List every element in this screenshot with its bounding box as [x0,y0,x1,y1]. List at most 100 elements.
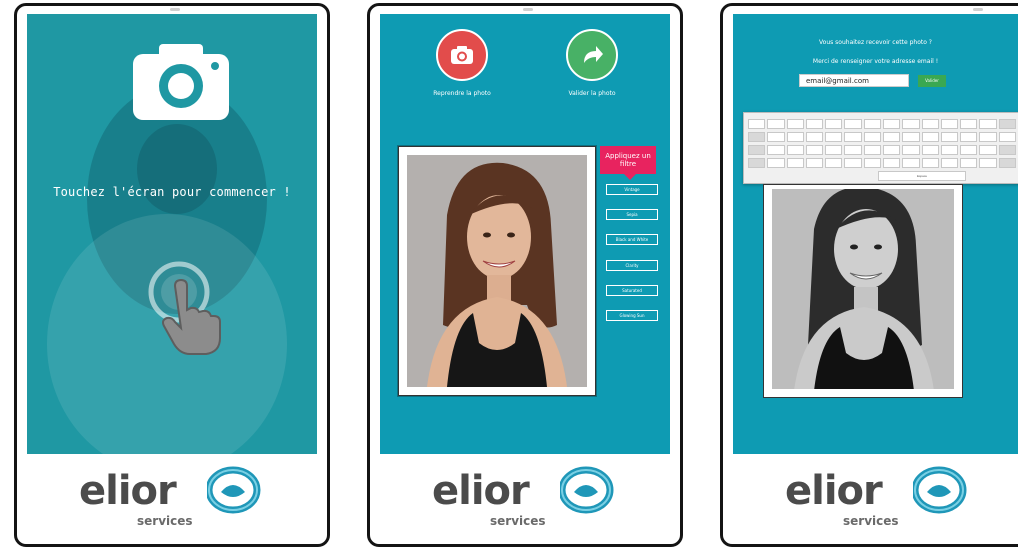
keyboard-key[interactable] [940,145,959,155]
keyboard-key[interactable] [825,119,843,129]
keyboard-key[interactable] [940,158,959,168]
keyboard-key[interactable] [767,119,785,129]
keyboard-key[interactable] [940,132,959,142]
keyboard-key[interactable] [863,145,881,155]
filter-button-vintage[interactable]: Vintage [606,184,658,195]
start-instruction: Touchez l'écran pour commencer ! [53,185,291,199]
keyboard-key[interactable] [805,132,824,142]
keyboard-row [748,132,1016,142]
keyboard-key[interactable] [882,132,901,142]
keyboard-key[interactable] [921,119,939,129]
keyboard-key[interactable] [979,158,997,168]
logo-wordmark: elior [785,468,883,514]
portrait-photo [407,155,587,387]
filter-button-saturated[interactable]: Saturated [606,285,658,296]
keyboard-key[interactable] [805,119,824,129]
tablet-camera-dot [973,8,983,11]
filter-button-clarity[interactable]: Clarity [606,260,658,271]
keyboard-key[interactable] [825,158,843,168]
keyboard-key[interactable] [863,132,881,142]
tab-key[interactable] [748,132,766,142]
send-email-button[interactable]: Valider [918,75,946,87]
on-screen-keyboard: Espace [743,112,1018,184]
keyboard-key[interactable] [767,158,785,168]
keyboard-key[interactable] [979,132,997,142]
keyboard-key[interactable] [979,119,997,129]
keyboard-key[interactable] [825,132,843,142]
logo-subtitle: services [137,514,193,528]
shift-key[interactable] [748,158,766,168]
keyboard-key[interactable] [844,119,862,129]
keyboard-key[interactable] [786,145,804,155]
shift-key[interactable] [998,158,1016,168]
keyboard-key[interactable] [767,145,785,155]
logo-subtitle: services [490,514,546,528]
keyboard-key[interactable] [882,119,901,129]
keyboard-key[interactable] [921,158,939,168]
filter-button-sepia[interactable]: Sepia [606,209,658,220]
keyboard-key[interactable] [786,158,804,168]
keyboard-key[interactable] [767,132,785,142]
space-key[interactable]: Espace [878,171,966,181]
keyboard-key[interactable] [805,158,824,168]
keyboard-key[interactable] [805,145,824,155]
background-photo-shape [137,124,217,214]
filter-tag: Appliquez un filtre [600,146,656,180]
backspace-key[interactable] [998,119,1016,129]
keyboard-key[interactable] [902,145,920,155]
tablet-camera-dot [170,8,180,11]
email-instruction: Merci de renseigner votre adresse email … [812,58,939,65]
keyboard-key[interactable] [979,145,997,155]
camera-icon [451,46,473,64]
caps-lock-key[interactable] [748,145,766,155]
filter-button-glowing-sun[interactable]: Glowing Sun [606,310,658,321]
keyboard-row [748,119,1016,129]
validate-photo-label: Valider la photo [568,90,616,97]
keyboard-key[interactable] [786,119,804,129]
logo-subtitle: services [843,514,899,528]
keyboard-key[interactable] [921,132,939,142]
retake-photo-button[interactable] [436,29,488,81]
elior-swirl-logo [207,466,261,514]
forward-arrow-icon [584,46,603,63]
email-input[interactable] [799,74,909,87]
keyboard-key[interactable] [882,145,901,155]
keyboard-key[interactable] [960,158,978,168]
elior-logo: elior services [723,462,1018,528]
keyboard-key[interactable] [748,119,766,129]
keyboard-key[interactable] [902,132,920,142]
keyboard-key[interactable] [844,132,862,142]
start-screen[interactable]: Touchez l'écran pour commencer ! [27,14,317,454]
validate-photo-button[interactable] [566,29,618,81]
filter-screen: Reprendre la photo Valider la photo Appl… [380,14,670,454]
elior-swirl-logo [913,466,967,514]
keyboard-key[interactable] [882,158,901,168]
enter-key[interactable] [998,145,1016,155]
keyboard-key[interactable] [902,119,920,129]
elior-logo: elior services [17,462,327,528]
keyboard-key[interactable] [960,145,978,155]
keyboard-key[interactable] [786,132,804,142]
filter-button-black-and-white[interactable]: Black and White [606,234,658,245]
keyboard-key[interactable] [998,132,1016,142]
keyboard-key[interactable] [902,158,920,168]
keyboard-key[interactable] [825,145,843,155]
keyboard-key[interactable] [863,158,881,168]
keyboard-key[interactable] [940,119,959,129]
keyboard-key[interactable] [960,119,978,129]
tablet-camera-dot [523,8,533,11]
portrait-illustration [407,155,587,387]
bw-portrait-illustration [772,189,954,389]
keyboard-key[interactable] [844,145,862,155]
tablet-filter-screen: Reprendre la photo Valider la photo Appl… [367,3,683,547]
keyboard-key[interactable] [960,132,978,142]
keyboard-key[interactable] [921,145,939,155]
photo-preview-frame [398,146,596,396]
keyboard-key[interactable] [844,158,862,168]
keyboard-row [748,158,1016,168]
keyboard-key[interactable] [863,119,881,129]
tablet-start-screen: Touchez l'écran pour commencer ! elior s… [14,3,330,547]
touch-hand-icon[interactable] [145,260,225,360]
retake-photo-label: Reprendre la photo [433,90,491,97]
email-question: Vous souhaitez recevoir cette photo ? [819,39,932,46]
